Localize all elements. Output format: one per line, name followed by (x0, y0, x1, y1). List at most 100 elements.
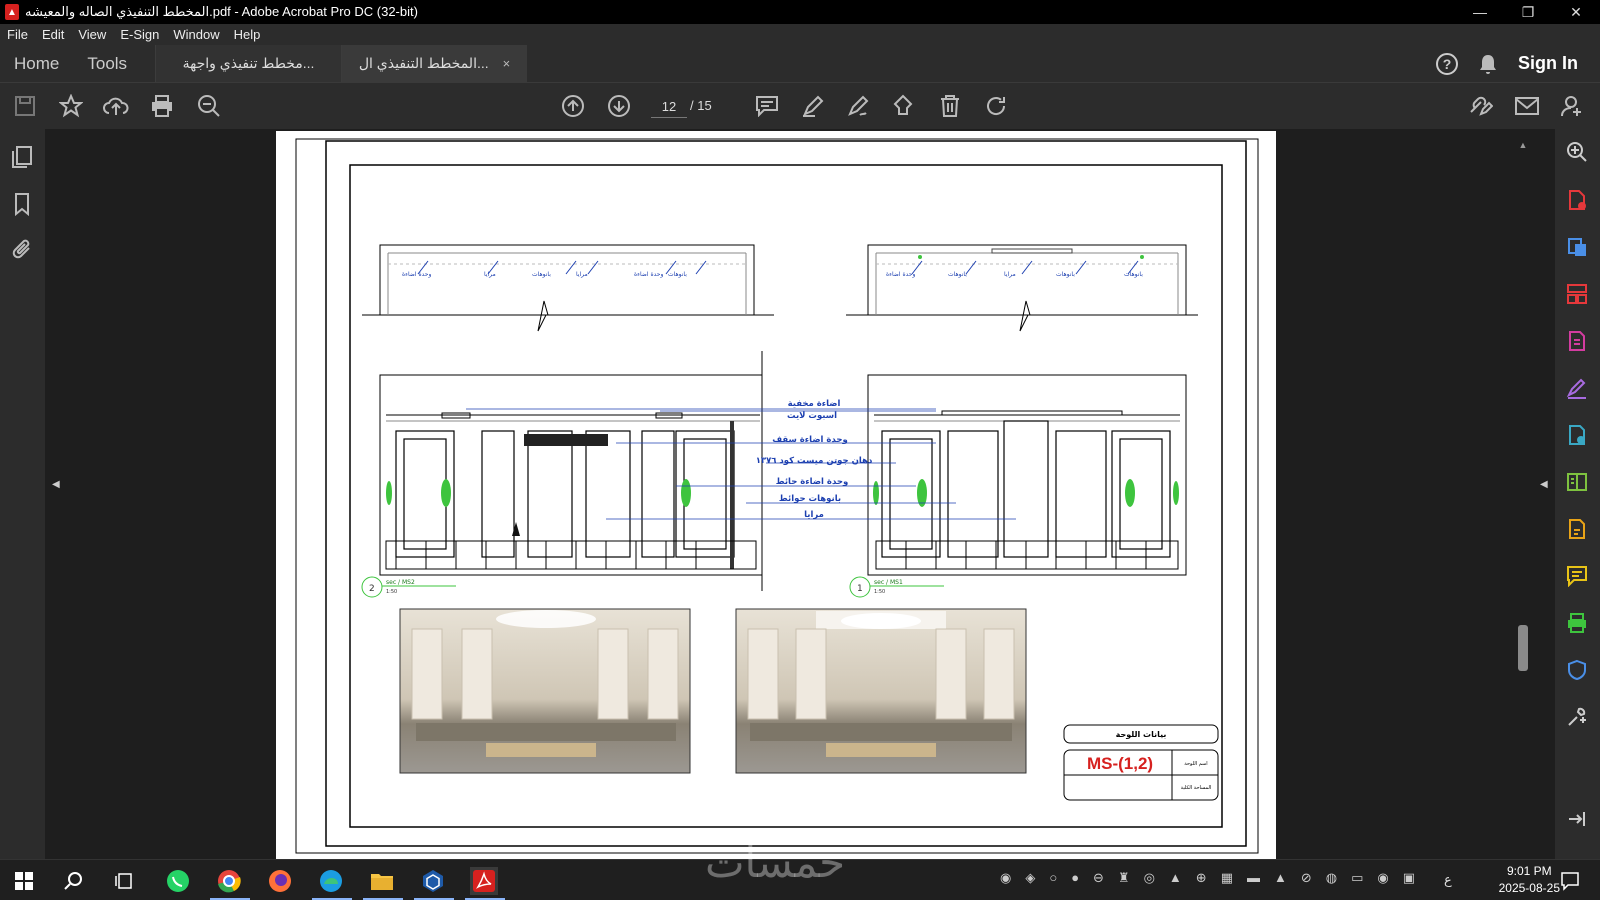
page-thumbnails-icon[interactable] (9, 144, 35, 170)
edit-pdf-icon[interactable] (1564, 328, 1590, 354)
tab-close-button[interactable]: × (503, 56, 511, 71)
section-right-number: 1 (857, 584, 863, 594)
tab-document-1[interactable]: مخطط تنفيذي واجهة... (155, 45, 342, 82)
top-left-label-4: مرايا (576, 271, 588, 278)
menu-file[interactable]: File (7, 27, 28, 42)
label-wall-light-unit: وحدة اضاءة حائط (776, 477, 849, 487)
menu-window[interactable]: Window (173, 27, 219, 42)
zoom-out-icon[interactable] (196, 93, 222, 119)
task-view-icon[interactable] (110, 867, 138, 895)
annotation-leaders (466, 408, 1016, 520)
taskbar-clock[interactable]: 9:01 PM 2025-08-25 (1499, 863, 1560, 897)
zoom-in-icon[interactable] (1564, 139, 1590, 165)
render-image-right (735, 608, 1027, 774)
section-left-scale: 1:50 (386, 589, 397, 595)
tab-tools[interactable]: Tools (73, 45, 141, 82)
link-edit-icon[interactable] (1467, 93, 1493, 119)
sheet-code: MS-(1,2) (1087, 754, 1153, 773)
more-tools-icon[interactable] (1564, 704, 1590, 730)
minimize-button[interactable]: — (1456, 0, 1504, 24)
section-left-number: 2 (369, 584, 375, 594)
highlight-pen-icon[interactable] (800, 93, 826, 119)
protect-shield-icon[interactable] (1564, 657, 1590, 683)
next-page-icon[interactable] (606, 93, 632, 119)
section-left-tag: sec / MS2 (386, 579, 415, 586)
ceiling-section-right: وحدة اضاءة بانوهات مرايا بانوهات بانوهات (846, 244, 1198, 332)
print-icon[interactable] (149, 93, 175, 119)
previous-page-icon[interactable] (560, 93, 586, 119)
email-icon[interactable] (1514, 93, 1540, 119)
top-right-label-3: مرايا (1004, 271, 1016, 278)
save-icon[interactable] (12, 93, 38, 119)
fill-sign-icon[interactable] (1564, 375, 1590, 401)
tab-home[interactable]: Home (0, 45, 73, 82)
notifications-icon[interactable] (1556, 867, 1584, 895)
right-tools-panel (1555, 129, 1600, 859)
sketchup-icon[interactable] (419, 867, 447, 895)
sign-pen-icon[interactable] (845, 93, 871, 119)
attachment-icon[interactable] (9, 237, 35, 263)
create-pdf-icon[interactable] (1564, 187, 1590, 213)
menu-view[interactable]: View (78, 27, 106, 42)
tray-icons[interactable]: ◉◈○●⊖♜◎▲⊕▦▬▲⊘◍▭◉▣ (1000, 870, 1429, 885)
send-for-review-icon[interactable] (1564, 422, 1590, 448)
help-icon[interactable]: ? (1436, 52, 1458, 75)
print-production-icon[interactable] (1564, 610, 1590, 636)
firefox-icon[interactable] (266, 867, 294, 895)
organize-pages-icon[interactable] (1564, 281, 1590, 307)
label-spot-light: اسبوت لايت (787, 411, 837, 421)
scroll-up-icon[interactable]: ▲ (1516, 140, 1530, 150)
input-language[interactable]: ع (1444, 872, 1452, 888)
menu-esign[interactable]: E-Sign (120, 27, 159, 42)
bell-icon[interactable] (1478, 53, 1498, 75)
collapse-right-icon[interactable]: ◀ (1540, 479, 1548, 490)
label-hidden-lighting: اضاءة مخفية (788, 399, 841, 409)
page-number-input[interactable]: 12 (651, 96, 687, 118)
rotate-icon[interactable] (983, 93, 1009, 119)
pdf-page: وحدة اضاءة مرايا بانوهات مرايا وحدة اضاء… (276, 131, 1276, 859)
close-window-button[interactable]: ✕ (1552, 0, 1600, 24)
whatsapp-icon[interactable] (164, 867, 192, 895)
comment-icon[interactable] (754, 93, 780, 119)
sheet-name-label: اسم اللوحة (1184, 761, 1207, 767)
collapse-pane-icon[interactable] (1564, 806, 1590, 832)
tab-document-2[interactable]: المخطط التنفيذي ال... × (341, 45, 528, 82)
windows-start-icon[interactable] (10, 867, 38, 895)
top-left-label-2: مرايا (484, 271, 496, 278)
top-right-label-5: بانوهات (1124, 271, 1143, 278)
star-icon[interactable] (58, 93, 84, 119)
sign-in-button[interactable]: Sign In (1518, 53, 1578, 74)
bookmark-icon[interactable] (9, 191, 35, 217)
clock-time: 9:01 PM (1506, 864, 1552, 878)
section-right-scale: 1:50 (874, 589, 885, 595)
add-user-icon[interactable] (1559, 93, 1585, 119)
top-right-label-4: بانوهات (1056, 271, 1075, 278)
page-total: / 15 (690, 98, 712, 113)
elevation-left: 2 sec / MS2 1:50 (361, 351, 763, 598)
collapse-left-icon[interactable]: ◀ (52, 479, 60, 490)
restore-button[interactable]: ❐ (1504, 0, 1552, 24)
label-ceiling-light-unit: وحدة اضاءة سقف (772, 435, 848, 445)
menu-bar: File Edit View E-Sign Window Help (0, 24, 1600, 45)
export-pdf-icon[interactable] (1564, 234, 1590, 260)
edge-icon[interactable] (317, 867, 345, 895)
vertical-scrollbar[interactable]: ▲ (1516, 140, 1530, 852)
acrobat-taskbar-icon[interactable] (470, 867, 498, 895)
stamp-icon[interactable] (891, 93, 917, 119)
comment-tool-icon[interactable] (1564, 563, 1590, 589)
menu-help[interactable]: Help (234, 27, 261, 42)
chrome-icon[interactable] (215, 867, 243, 895)
watermark-logo: خمسات (705, 838, 846, 887)
system-tray: ◉◈○●⊖♜◎▲⊕▦▬▲⊘◍▭◉▣ (1000, 870, 1429, 886)
search-icon[interactable] (60, 867, 88, 895)
file-explorer-icon[interactable] (368, 867, 396, 895)
upload-cloud-icon[interactable] (103, 93, 129, 119)
request-signature-icon[interactable] (1564, 516, 1590, 542)
compare-files-icon[interactable] (1564, 469, 1590, 495)
tab-document-1-label: مخطط تنفيذي واجهة... (182, 55, 315, 71)
clock-date: 2025-08-25 (1498, 881, 1560, 895)
scroll-thumb[interactable] (1518, 625, 1528, 671)
menu-edit[interactable]: Edit (42, 27, 64, 42)
top-left-label-3: بانوهات (532, 271, 551, 278)
delete-icon[interactable] (937, 93, 963, 119)
